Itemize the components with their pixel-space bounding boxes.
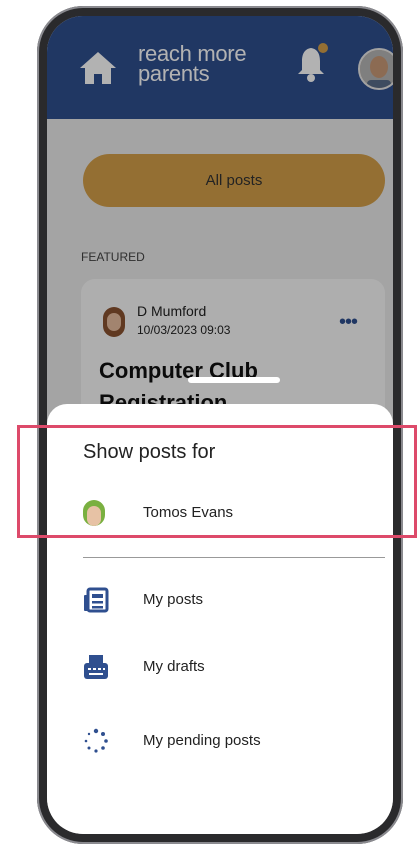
- my-pending-posts-label: My pending posts: [143, 732, 261, 749]
- newspaper-icon: [84, 587, 109, 613]
- my-pending-posts-item[interactable]: My pending posts: [83, 722, 383, 762]
- divider: [83, 557, 385, 558]
- pending-icon: [84, 728, 108, 753]
- highlight-box: [17, 425, 417, 538]
- my-drafts-item[interactable]: My drafts: [83, 648, 383, 688]
- drafts-icon: [84, 655, 108, 679]
- my-drafts-label: My drafts: [143, 658, 205, 675]
- my-posts-item[interactable]: My posts: [83, 581, 383, 621]
- my-posts-label: My posts: [143, 591, 204, 608]
- sheet-drag-handle[interactable]: [188, 377, 280, 383]
